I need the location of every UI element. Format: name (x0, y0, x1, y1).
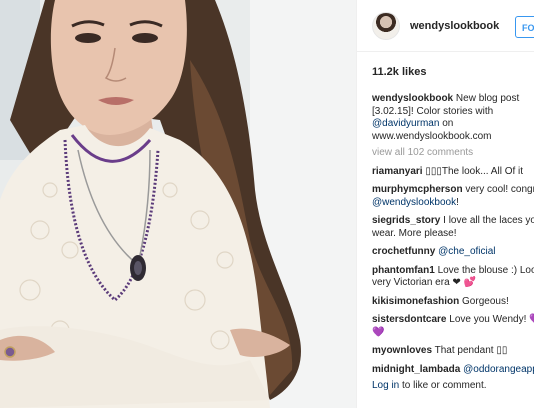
comment-text: Gorgeous! (462, 295, 509, 307)
comment: midnight_lambada @oddorangeapp (372, 364, 534, 377)
follow-button[interactable]: FOLLOW (515, 16, 534, 38)
comments-list: wendyslookbook New blog post [3.02.15]! … (372, 93, 534, 382)
login-link[interactable]: Log in (372, 380, 399, 391)
comment-username[interactable]: murphymcpherson (372, 184, 463, 195)
caption-text: on (442, 118, 454, 129)
login-prompt: Log in to like or comment. (372, 380, 487, 391)
post-header: wendyslookbook (357, 0, 534, 52)
comment-username[interactable]: sistersdontcare (372, 314, 446, 325)
comment-text: wear. More please! (372, 227, 457, 239)
comment-text: ! (456, 196, 459, 208)
comment-username[interactable]: phantomfan1 (372, 265, 435, 276)
comment-text: 💜 (372, 326, 385, 338)
view-all-comments-link[interactable]: view all 102 comments (372, 147, 534, 160)
comment-mention[interactable]: @oddorangeapp (463, 364, 534, 375)
comment-mention[interactable]: @wendyslookbook (372, 197, 456, 208)
caption-mention[interactable]: @davidyurman (372, 118, 439, 129)
instagram-post: wendyslookbook FOLLOW 11.2k likes wendys… (0, 0, 534, 408)
comment-text: very Victorian era ❤ 💕 (372, 277, 477, 288)
caption: wendyslookbook New blog post [3.02.15]! … (372, 93, 534, 143)
comment: kikisimonefashion Gorgeous! (372, 296, 534, 309)
portrait-illustration (0, 0, 356, 408)
comment-text: Love the blouse :) Loo (437, 264, 534, 276)
comment-username[interactable]: crochetfunny (372, 246, 435, 257)
comment-username[interactable]: myownloves (372, 345, 432, 356)
comment-username[interactable]: midnight_lambada (372, 364, 460, 375)
comment-text: ▯▯▯The look... All Of it (425, 165, 524, 177)
comment-username[interactable]: riamanyari (372, 166, 423, 177)
post-info-panel: wendyslookbook FOLLOW 11.2k likes wendys… (356, 0, 534, 408)
comment: myownloves That pendant ▯▯ (372, 345, 534, 358)
comment-text: That pendant ▯▯ (434, 345, 508, 356)
likes-count[interactable]: 11.2k likes (372, 66, 426, 78)
comment: murphymcpherson very cool! congr @wendys… (372, 184, 534, 209)
post-photo[interactable] (0, 0, 356, 408)
comment-text: I love all the laces you (443, 215, 534, 226)
comment: riamanyari ▯▯▯The look... All Of it (372, 166, 534, 179)
caption-text: [3.02.15]! Color stories with (372, 105, 494, 117)
caption-username[interactable]: wendyslookbook (372, 93, 453, 104)
comment: phantomfan1 Love the blouse :) Loo very … (372, 265, 534, 290)
caption-text: New blog post (455, 93, 520, 104)
comment-username[interactable]: kikisimonefashion (372, 296, 459, 307)
login-prompt-text: to like or comment. (402, 380, 487, 391)
comment-text: Love you Wendy! 💜 (449, 314, 534, 325)
comment-mention[interactable]: @che_oficial (438, 246, 495, 257)
comment: crochetfunny @che_oficial (372, 246, 534, 259)
comment: sistersdontcare Love you Wendy! 💜 💜 (372, 314, 534, 339)
comment: siegrids_story I love all the laces you … (372, 215, 534, 240)
avatar[interactable] (372, 11, 400, 40)
comment-username[interactable]: siegrids_story (372, 215, 440, 226)
header-username[interactable]: wendyslookbook (410, 20, 499, 32)
comment-text: very cool! congr (465, 184, 534, 195)
caption-text: www.wendyslookbook.com (372, 130, 492, 142)
